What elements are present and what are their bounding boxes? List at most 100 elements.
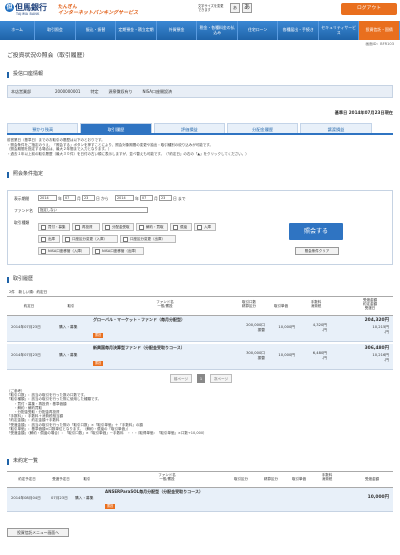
col-pdeliv: 受渡予定日 xyxy=(52,477,70,481)
tab-history[interactable]: 取引履歴 xyxy=(80,123,152,133)
nav-time-deposit[interactable]: 定期預金・積立定期 xyxy=(116,21,157,40)
kind-reinvest-checkbox[interactable]: 再投資 xyxy=(72,223,100,231)
col-pfee: 手数料 消費税 xyxy=(321,473,333,482)
col-pdate: 約定予定日 xyxy=(18,477,36,481)
pending-fund-link[interactable]: ANSERParaSOL毎月分配型（分配金受取りコース） xyxy=(105,489,225,495)
clear-conditions-button[interactable]: 照会条件クリア xyxy=(295,247,339,255)
row-fee: 4,320円 xyxy=(312,323,327,327)
from-month-select[interactable]: 07 xyxy=(63,195,76,201)
kind-dividend-checkbox[interactable]: 分配金受取 xyxy=(102,223,134,231)
month-unit: 月 xyxy=(154,196,158,201)
nav-housing-loan[interactable]: 住宅ローン xyxy=(238,21,279,40)
to-suffix: まで xyxy=(178,196,186,201)
kind-nisa-out-checkbox[interactable]: NISA口座移管（出庫） xyxy=(92,247,144,255)
col-psettle: 精算区分 xyxy=(264,477,278,481)
tab-bar: 預かり残高 取引履歴 評価損益 分配金履歴 譲渡損益 xyxy=(7,123,393,135)
kind-redeem-checkbox[interactable]: 解約・買取 xyxy=(136,223,168,231)
from-year-select[interactable]: 2014 xyxy=(38,195,57,201)
nav-fx-deposit[interactable]: 外貨預金 xyxy=(157,21,198,40)
back-to-menu-button[interactable]: 投資信託メニュー画面へ xyxy=(7,528,69,537)
to-year-select[interactable]: 2014 xyxy=(115,195,134,201)
pending-table-header: 約定予定日 受渡予定日 取引 ファンド名 一般/累投 取引区分 精算区分 取引単… xyxy=(7,471,393,488)
tab-valuation[interactable]: 評価損益 xyxy=(153,123,225,133)
accum-badge: 累投 xyxy=(105,504,116,509)
table-row: 2014年07月23日 購入・募集 グローバル・マーケット・ファンド（毎月分配型… xyxy=(7,316,393,342)
font-large-button[interactable]: あ xyxy=(242,3,252,13)
to-day-select[interactable]: 23 xyxy=(159,195,172,201)
to-month-select[interactable]: 07 xyxy=(140,195,153,201)
nav-security[interactable]: セキュリティサービス xyxy=(319,21,360,40)
condition-section-title: 照会条件指定 xyxy=(7,171,43,178)
pending-section-title: 未約定一覧 xyxy=(7,458,38,465)
pending-amount: 10,000円 xyxy=(367,495,389,500)
col-kind: 取引 xyxy=(67,304,75,308)
nav-tax-payment[interactable]: 税金・各種料金の払込み xyxy=(197,21,238,40)
nav-inquiry[interactable]: 取引照会 xyxy=(35,21,76,40)
font-size-label: 文字サイズを変更できます xyxy=(198,4,224,12)
month-unit: 月 xyxy=(77,196,81,201)
day-unit: 日 xyxy=(96,196,100,201)
kind-acct-in-checkbox[interactable]: 口座区分変更（入庫） xyxy=(62,235,118,243)
from-day-select[interactable]: 23 xyxy=(82,195,95,201)
page-title: ご投資状況の照会（取引履歴） xyxy=(7,53,89,59)
pending-row: 2014年08月04日 07月23日 購入・募集 ANSERParaSOL毎月分… xyxy=(7,488,393,512)
kind-out-checkbox[interactable]: 出庫 xyxy=(38,235,60,243)
screen-id: 画面ID：BFR103 xyxy=(365,42,395,46)
reference-notes: （ご参考） 「取引口数」：該当の取引を行った数の口数です。 「取引種類」：該当の… xyxy=(7,389,393,435)
nav-home[interactable]: ホーム xyxy=(0,21,36,40)
row-date: 2014年07月23日 xyxy=(11,325,41,329)
inquiry-button[interactable]: 照会する xyxy=(289,223,343,240)
global-nav: ホーム 取引照会 振込・振替 定期預金・積立定期 外貨預金 税金・各種料金の払込… xyxy=(0,21,400,40)
header: 但 但馬銀行 TAJIMA BANK たんぎん インターネットバンキングサービス… xyxy=(0,0,400,21)
year-unit: 年 xyxy=(58,196,62,201)
nav-procedures[interactable]: 各種届出・手続き xyxy=(278,21,319,40)
logout-button[interactable]: ログアウト xyxy=(341,3,397,15)
account-withholding: 源泉徴収有り xyxy=(108,88,133,94)
next-page-button[interactable]: 次ページ xyxy=(210,374,232,383)
col-pqty: 取引区分 xyxy=(234,477,248,481)
col-fee: 手数料 消費税 xyxy=(310,300,322,309)
row-tax: -円 xyxy=(321,328,327,332)
nav-transfer[interactable]: 振込・振替 xyxy=(76,21,117,40)
service-name-2: インターネットバンキングサービス xyxy=(58,10,139,16)
row-tax: -円 xyxy=(321,356,327,360)
bank-logo-icon: 但 xyxy=(5,3,14,12)
col-pfund: ファンド名 一般/累投 xyxy=(158,473,176,482)
row-amount: 306,480円 xyxy=(364,346,389,351)
row-kind: 購入・募集 xyxy=(59,325,78,329)
col-price: 取引単価 xyxy=(274,304,288,308)
tab-balance[interactable]: 預かり残高 xyxy=(7,123,79,133)
tab-dividend[interactable]: 分配金履歴 xyxy=(226,123,299,133)
account-type: 特定 xyxy=(90,88,99,94)
prev-page-button[interactable]: 前ページ xyxy=(170,374,192,383)
col-qty: 取引口数 精算区分 xyxy=(242,300,256,309)
kind-purchase-checkbox[interactable]: 買付・募集 xyxy=(38,223,70,231)
fund-select[interactable]: 指定しない xyxy=(38,207,148,213)
col-fund: ファンド名 一般/累投 xyxy=(156,300,174,309)
period-label: 表示期間 xyxy=(14,196,30,201)
font-small-button[interactable]: あ xyxy=(230,3,240,13)
col-amount: 受渡金額 約定金額 受渡日 xyxy=(363,298,377,311)
kind-maturity-checkbox[interactable]: 償還 xyxy=(170,223,192,231)
kind-label: 取引種類 xyxy=(14,220,30,225)
year-unit: 年 xyxy=(135,196,139,201)
pending-deliv: 07月23日 xyxy=(51,496,68,500)
kind-acct-out-checkbox[interactable]: 口座区分変更（出庫） xyxy=(120,235,176,243)
kind-in-checkbox[interactable]: 入庫 xyxy=(194,223,216,231)
row-contract: 10,216円 xyxy=(372,353,389,357)
col-pprice: 取引単価 xyxy=(292,477,306,481)
nav-investment-trust[interactable]: 投資信託・国債 xyxy=(359,21,400,40)
row-fund-link[interactable]: グローバル・マーケット・ファンド（毎月分配型） xyxy=(93,317,213,323)
row-qty: 200,000口 xyxy=(246,323,265,327)
note-line: ・過去１年以上前の取引履歴（最大３０件）を日付の古い順に表示しますが、並べ替えも… xyxy=(7,151,249,156)
page-number[interactable]: 1 xyxy=(197,374,205,383)
row-fund-link[interactable]: 新興国毎月決算型ファンド（分配金受取りコース） xyxy=(93,345,213,351)
history-table-header: 約定日 取引 ファンド名 一般/累投 取引口数 精算区分 取引単価 手数料 消費… xyxy=(7,296,393,316)
row-contract: 10,215円 xyxy=(372,325,389,329)
col-pamount: 受渡金額 xyxy=(365,477,379,481)
row-fee: 6,480円 xyxy=(312,351,327,355)
bank-name-en: TAJIMA BANK xyxy=(16,12,40,16)
kind-nisa-in-checkbox[interactable]: NISA口座移管（入庫） xyxy=(38,247,90,255)
table-row: 2014年07月23日 購入・募集 新興国毎月決算型ファンド（分配金受取りコース… xyxy=(7,344,393,370)
tab-transfer-pl[interactable]: 譲渡損益 xyxy=(300,123,372,133)
